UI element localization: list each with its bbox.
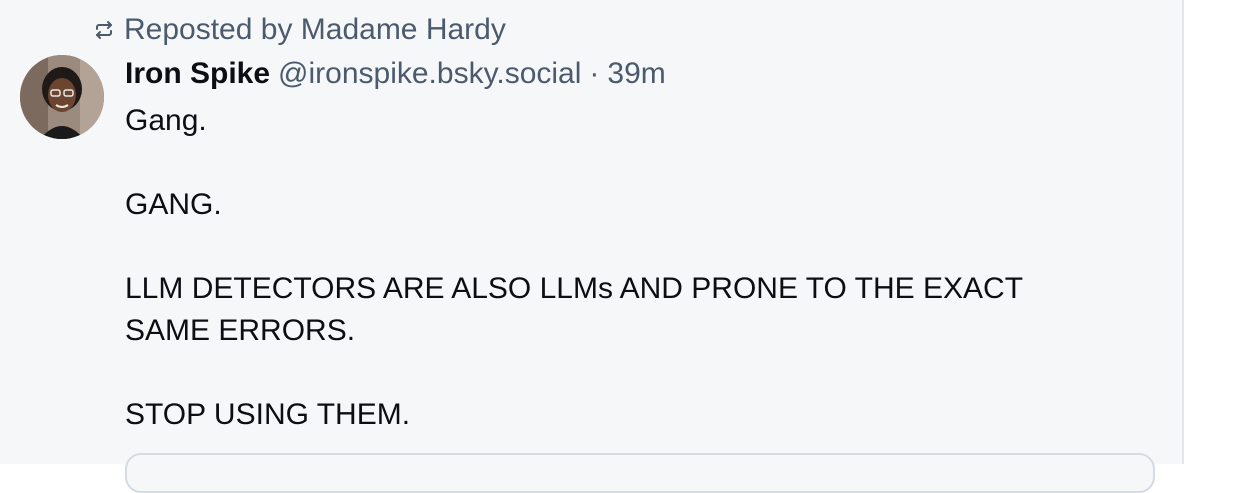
post-header: Iron Spike @ironspike.bsky.social · 39m <box>125 55 666 93</box>
post-line: LLM DETECTORS ARE ALSO LLMs AND PRONE TO… <box>125 272 1023 347</box>
repost-indicator[interactable]: Reposted by Madame Hardy <box>92 12 506 48</box>
post-timestamp[interactable]: 39m <box>607 57 665 91</box>
repost-icon <box>92 18 116 42</box>
post-line: STOP USING THEM. <box>125 398 411 431</box>
avatar[interactable] <box>20 55 104 139</box>
author-handle[interactable]: @ironspike.bsky.social <box>278 57 581 91</box>
author-name[interactable]: Iron Spike <box>125 57 270 91</box>
post-line: Gang. <box>125 104 207 137</box>
feed-column: Reposted by Madame Hardy Iron Spike @iro… <box>0 0 1184 493</box>
separator-dot: · <box>589 57 600 90</box>
post-text: Gang. GANG. LLM DETECTORS ARE ALSO LLMs … <box>125 100 1125 436</box>
embedded-card[interactable] <box>125 453 1155 493</box>
post-line: GANG. <box>125 188 222 221</box>
repost-label: Reposted by Madame Hardy <box>124 13 506 46</box>
